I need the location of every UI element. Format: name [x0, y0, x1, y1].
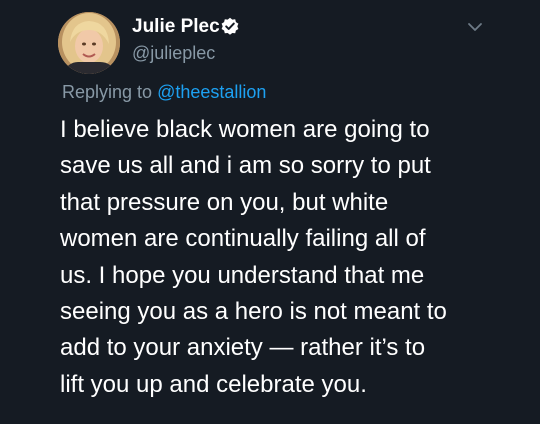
avatar[interactable] [58, 12, 120, 74]
tweet-text: I believe black women are going to save … [60, 116, 447, 398]
user-handle[interactable]: @julieplec [132, 43, 215, 64]
tweet-card: Julie Plec @julieplec Replying to @thees… [0, 0, 540, 424]
replying-to-label: Replying to [62, 82, 158, 102]
avatar-image [58, 12, 120, 74]
replying-to: Replying to @theestallion [62, 82, 266, 103]
verified-badge-icon [221, 17, 239, 35]
replying-to-mention[interactable]: @theestallion [157, 82, 266, 102]
display-name[interactable]: Julie Plec [132, 16, 220, 38]
chevron-down-icon[interactable] [466, 20, 484, 34]
